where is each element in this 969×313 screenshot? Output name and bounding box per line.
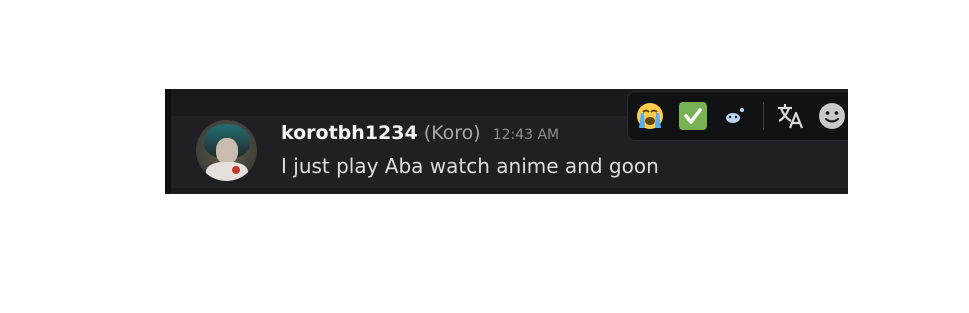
check-mark-icon	[684, 108, 702, 124]
author-name[interactable]: korotbh1234	[281, 122, 418, 144]
translate-icon	[778, 104, 804, 129]
avatar-body	[206, 162, 248, 181]
react-loudly-crying-face-button[interactable]	[634, 100, 666, 132]
message-timestamp[interactable]: 12:43 AM	[493, 127, 559, 143]
white-check-mark-emoji-icon	[679, 102, 707, 130]
add-reaction-button[interactable]	[816, 100, 848, 132]
message-actions-toolbar	[627, 91, 848, 141]
react-check-mark-button[interactable]	[677, 100, 709, 132]
chat-panel: korotbh1234 (Koro) 12:43 AM I just play …	[165, 89, 848, 194]
toolbar-divider	[763, 102, 764, 130]
message-content: I just play Aba watch anime and goon	[281, 154, 659, 178]
smiley-face-icon	[819, 103, 845, 129]
react-blue-heart-button[interactable]	[719, 100, 751, 132]
author-nickname: (Koro)	[423, 122, 481, 144]
message-header: korotbh1234 (Koro) 12:43 AM	[281, 122, 559, 144]
translate-button[interactable]	[774, 100, 806, 132]
avatar-face	[216, 138, 238, 164]
loudly-crying-face-emoji-icon	[637, 103, 663, 129]
avatar-accent	[232, 166, 240, 174]
small-blue-emoji-icon	[726, 108, 744, 123]
user-avatar[interactable]	[196, 120, 257, 181]
